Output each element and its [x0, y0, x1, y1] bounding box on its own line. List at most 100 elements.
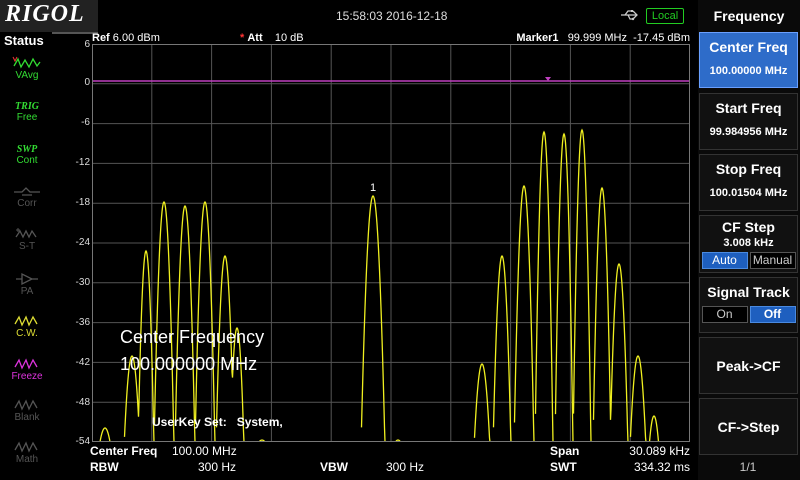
freeze-icon [14, 358, 38, 370]
spectrum-canvas: 1 [92, 44, 690, 443]
start-freq-key[interactable]: Start Freq 99.984956 MHz [699, 93, 798, 150]
cf-step-auto-option[interactable]: Auto [701, 252, 748, 269]
vbw-label: VBW [320, 460, 348, 474]
math-label: Math [15, 454, 39, 465]
blank-label: Blank [14, 412, 40, 423]
ref-level[interactable]: Ref 6.00 dBm [92, 32, 160, 44]
start-freq-value: 99.984956 MHz [709, 126, 788, 138]
marker-number: 1 [370, 182, 376, 194]
brand-logo: RIGOL [0, 0, 98, 34]
status-panel: Status VAvg TRIG Free SWP Cont Corr S-T … [0, 32, 52, 480]
center-freq-key[interactable]: Center Freq 100.00000 MHz [699, 32, 798, 88]
cw-label: C.W. [16, 328, 38, 339]
swp-label: SWP [16, 144, 38, 155]
status-title: Status [4, 33, 44, 48]
y-tick-label: -18 [75, 197, 90, 208]
menu-title: Frequency [713, 8, 785, 24]
ref-label: Ref [92, 32, 110, 44]
att-star: * [240, 32, 245, 44]
att-label: Att [247, 32, 263, 44]
y-tick-label: -48 [75, 397, 90, 408]
y-tick-label: 0 [84, 77, 90, 88]
status-blank: Blank [7, 398, 47, 434]
signal-track-label: Signal Track [707, 284, 790, 300]
rbw-value: 300 Hz [198, 460, 237, 474]
cw-icon [14, 315, 38, 327]
y-tick-label: -30 [75, 277, 90, 288]
marker-level: -17.45 dBm [633, 32, 690, 44]
status-trig: TRIG Free [7, 101, 47, 137]
cf-step-set-label: CF->Step [717, 419, 780, 435]
stop-freq-label: Stop Freq [715, 161, 782, 177]
top-bar: RIGOL 15:58:03 2016-12-18 Local [0, 0, 698, 34]
overlay-value: 100.000000 MHz [120, 354, 258, 374]
stop-freq-key[interactable]: Stop Freq 100.01504 MHz [699, 154, 798, 211]
status-math: Math [7, 440, 47, 476]
cf-step-manual-option[interactable]: Manual [749, 252, 796, 269]
softkey-menu: Frequency Center Freq 100.00000 MHz Star… [698, 0, 800, 480]
status-swp: SWP Cont [7, 144, 47, 180]
spectrum-trace [99, 128, 660, 443]
y-tick-label: -6 [81, 117, 90, 128]
marker-label: Marker1 [516, 32, 559, 44]
peak-cf-label: Peak->CF [716, 358, 781, 374]
cf-label: Center Freq [90, 444, 158, 458]
status-freeze: Freeze [7, 357, 47, 393]
local-badge[interactable]: Local [646, 8, 684, 24]
swt-label: SWT [550, 460, 577, 474]
spectrum-plot[interactable]: 1 [92, 44, 690, 443]
pa-label: PA [20, 286, 34, 297]
signal-track-on-option[interactable]: On [701, 306, 748, 323]
vbw-value: 300 Hz [386, 460, 425, 474]
y-tick-label: -54 [75, 436, 90, 447]
bottom-info-bar: Center Freq 100.00 MHz Span 30.089 kHz R… [86, 443, 692, 480]
rbw-label: RBW [90, 460, 119, 474]
start-freq-label: Start Freq [715, 100, 782, 116]
userkey-info: UserKey Set: System, [152, 415, 283, 429]
status-st: S-T [7, 227, 47, 263]
center-freq-label: Center Freq [709, 39, 788, 55]
ref-value: 6.00 dBm [112, 32, 160, 44]
y-tick-label: -24 [75, 237, 90, 248]
cf-step-value: 3.008 kHz [723, 237, 774, 249]
cf-value: 100.00 MHz [172, 444, 237, 458]
y-tick-label: -42 [75, 357, 90, 368]
signal-track-toggle[interactable]: On Off [700, 306, 797, 323]
signal-track-off-option[interactable]: Off [749, 306, 796, 323]
stop-freq-value: 100.01504 MHz [709, 187, 788, 199]
cf-step-label: CF Step [722, 219, 775, 235]
attenuation[interactable]: * Att 10 dB [240, 32, 304, 44]
status-corr: Corr [7, 184, 47, 220]
swp-value: Cont [16, 155, 38, 166]
cf-step-key[interactable]: CF Step 3.008 kHz Auto Manual [699, 215, 798, 273]
status-pa: PA [7, 272, 47, 308]
vavg-icon [12, 56, 41, 69]
cf-step-set-key[interactable]: CF->Step [699, 398, 798, 455]
att-value: 10 dB [274, 32, 304, 44]
date-time: 15:58:03 2016-12-18 [336, 9, 448, 23]
center-frequency-overlay: Center Frequency 100.000000 MHz [120, 324, 264, 378]
userkey-label: UserKey Set: [152, 415, 227, 429]
brand-text: RIGOL [5, 1, 85, 27]
swt-value: 334.32 ms [633, 460, 690, 474]
center-freq-value: 100.00000 MHz [709, 65, 788, 77]
status-cw: C.W. [7, 314, 47, 350]
pa-icon [16, 272, 38, 286]
overlay-title: Center Frequency [120, 327, 265, 347]
corr-label: Corr [17, 198, 37, 209]
st-label: S-T [18, 241, 36, 252]
status-vavg: VAvg [7, 56, 47, 92]
cf-step-mode-toggle[interactable]: Auto Manual [700, 252, 797, 269]
peak-cf-key[interactable]: Peak->CF [699, 337, 798, 394]
blank-icon [14, 399, 38, 411]
vavg-label: VAvg [15, 70, 39, 81]
trig-label: TRIG [15, 101, 39, 112]
signal-track-key[interactable]: Signal Track On Off [699, 277, 798, 333]
usb-icon [620, 8, 640, 22]
measurement-header: Ref 6.00 dBm * Att 10 dB Marker1 99.999 … [92, 32, 690, 44]
corr-icon [14, 187, 40, 196]
trig-value: Free [16, 112, 38, 123]
userkey-value: System, [236, 415, 283, 429]
y-tick-label: -12 [75, 157, 90, 168]
y-tick-label: -36 [75, 317, 90, 328]
